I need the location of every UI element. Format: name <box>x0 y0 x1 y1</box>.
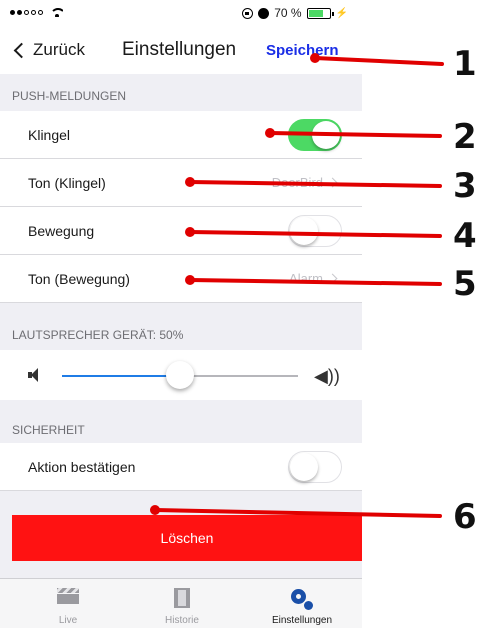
annotation-number-2: 2 <box>453 117 477 157</box>
speaker-volume-row: ◀)) <box>0 350 362 400</box>
row-motion-sound[interactable]: Ton (Bewegung) Alarm <box>0 255 362 303</box>
tab-label: Einstellungen <box>271 615 333 626</box>
confirm-action-toggle[interactable] <box>288 450 342 483</box>
speaker-low-icon <box>28 368 40 382</box>
motion-sound-value: Alarm <box>289 271 338 286</box>
charging-icon: ⚡ <box>335 7 348 19</box>
clapperboard-icon <box>57 588 79 604</box>
row-label: Ton (Bewegung) <box>28 270 130 287</box>
annotation-number-1: 1 <box>453 44 477 84</box>
row-label: Ton (Klingel) <box>28 174 106 191</box>
chevron-left-icon <box>13 42 30 58</box>
rotation-lock-icon <box>242 7 254 19</box>
chevron-right-icon <box>327 177 338 188</box>
status-bar: 70 % ⚡ <box>0 0 362 30</box>
battery-percent: 70 % <box>274 6 302 20</box>
doorbell-push-toggle[interactable] <box>288 118 342 151</box>
section-header-push: PUSH-MELDUNGEN <box>12 89 127 103</box>
navigation-bar: Zurück Einstellungen Speichern <box>0 30 362 74</box>
section-header-speaker: LAUTSPRECHER GERÄT: 50% <box>12 328 184 342</box>
row-label: Aktion bestätigen <box>28 458 136 475</box>
signal-strength-icon <box>10 8 63 17</box>
toggle-knob <box>290 216 318 245</box>
section-header-security: SICHERHEIT <box>12 423 85 437</box>
row-confirm-action: Aktion bestätigen <box>0 443 362 491</box>
tab-label: Historie <box>165 615 199 626</box>
value-text: DoorBird <box>271 175 323 190</box>
back-label: Zurück <box>33 40 85 59</box>
toggle-knob <box>312 120 340 149</box>
volume-slider-thumb[interactable] <box>166 361 194 389</box>
motion-push-toggle[interactable] <box>288 214 342 247</box>
back-button[interactable]: Zurück <box>12 40 85 60</box>
tab-bar: Live Historie Einstellungen <box>0 578 362 628</box>
row-doorbell-push: Klingel <box>0 111 362 159</box>
value-text: Alarm <box>289 271 323 286</box>
tab-label: Live <box>58 615 78 626</box>
delete-button[interactable]: Löschen <box>12 515 362 561</box>
annotation-number-6: 6 <box>453 497 477 537</box>
alarm-icon <box>258 7 270 19</box>
gears-icon <box>289 588 315 612</box>
row-doorbell-sound[interactable]: Ton (Klingel) DoorBird <box>0 159 362 207</box>
save-button[interactable]: Speichern <box>266 42 339 59</box>
doorbell-sound-value: DoorBird <box>271 175 338 190</box>
row-motion-push: Bewegung <box>0 207 362 255</box>
row-label: Klingel <box>28 126 71 143</box>
tab-settings[interactable]: Einstellungen <box>242 579 362 628</box>
wifi-icon <box>51 8 63 17</box>
annotation-number-3: 3 <box>453 166 477 206</box>
row-label: Bewegung <box>28 222 95 239</box>
page-title: Einstellungen <box>122 39 237 60</box>
chevron-right-icon <box>327 273 338 284</box>
app-screen: 70 % ⚡ Zurück Einstellungen Speichern PU… <box>0 0 362 628</box>
film-icon <box>174 588 190 608</box>
battery-icon <box>306 7 334 19</box>
tab-history[interactable]: Historie <box>122 579 242 628</box>
tab-live[interactable]: Live <box>8 579 128 628</box>
toggle-knob <box>290 452 318 481</box>
annotation-number-5: 5 <box>453 264 477 304</box>
annotation-number-4: 4 <box>453 216 477 256</box>
speaker-high-icon: ◀)) <box>314 366 340 386</box>
